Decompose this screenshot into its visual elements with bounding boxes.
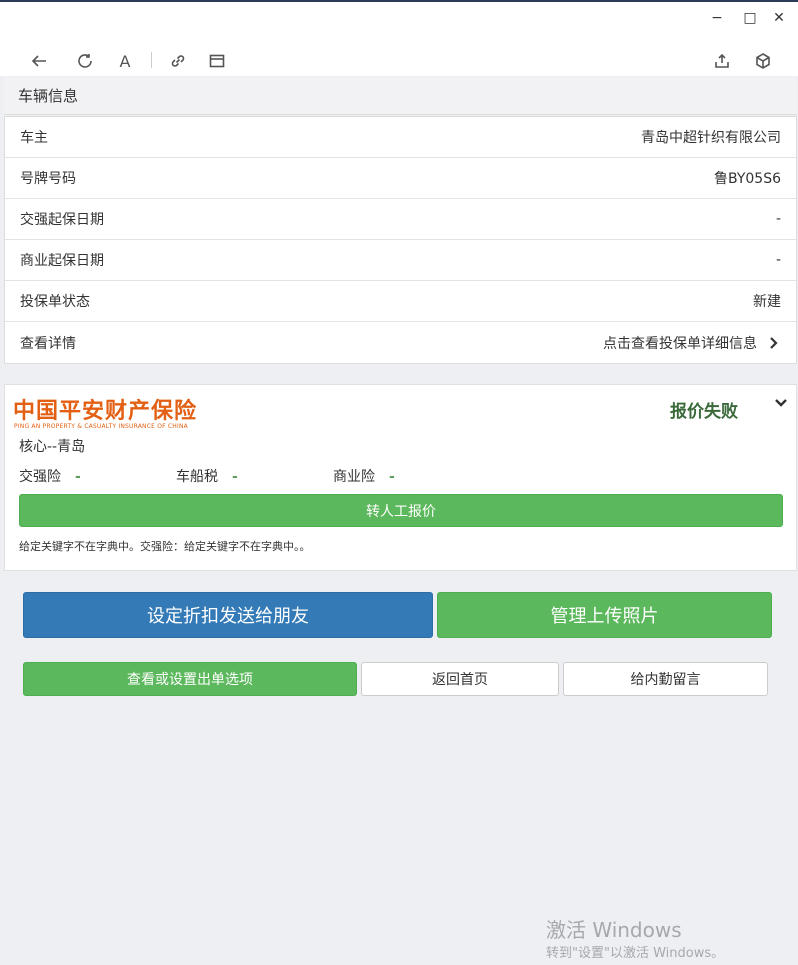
row-value: 鲁BY05S6 (714, 171, 781, 187)
quote-status: 报价失败 (670, 402, 738, 422)
insurer-logo: 中国平安财产保险 (13, 399, 198, 424)
manage-photos-button[interactable]: 管理上传照片 (437, 592, 772, 638)
app-toolbar: − □ ✕ A (0, 0, 798, 76)
view-options-button[interactable]: 查看或设置出单选项 (23, 662, 357, 696)
back-icon[interactable] (28, 50, 50, 72)
window-icon[interactable] (206, 50, 228, 72)
row-value: - (775, 211, 781, 227)
fee-label: 商业险 (333, 469, 375, 485)
row-label: 商业起保日期 (20, 253, 104, 269)
close-button[interactable]: ✕ (769, 10, 789, 26)
row-value: 新建 (753, 294, 781, 310)
maximize-button[interactable]: □ (740, 10, 760, 26)
row-value: - (775, 252, 781, 268)
details-link-text[interactable]: 点击查看投保单详细信息 (603, 333, 757, 353)
insurer-logo-subtitle: PING AN PROPERTY & CASUALTY INSURANCE OF… (14, 423, 188, 430)
fee-vessel-tax: 车船税 - (176, 466, 238, 486)
row-label: 交强起保日期 (20, 212, 104, 228)
minimize-button[interactable]: − (707, 10, 727, 26)
chevron-right-icon (770, 336, 778, 349)
fee-value: - (389, 469, 395, 485)
row-label: 查看详情 (20, 335, 76, 352)
row-value: 青岛中超针织有限公司 (641, 130, 781, 146)
manual-quote-button[interactable]: 转人工报价 (19, 494, 783, 527)
activation-watermark-subtitle: 转到"设置"以激活 Windows。 (546, 946, 725, 961)
fee-commercial: 商业险 - (333, 466, 395, 486)
commercial-start-row: 商业起保日期 - (5, 240, 796, 281)
chevron-down-icon[interactable] (773, 395, 789, 411)
discount-send-button[interactable]: 设定折扣发送给朋友 (23, 592, 433, 638)
fee-label: 车船税 (176, 469, 218, 485)
fee-value: - (232, 469, 238, 485)
owner-row: 车主 青岛中超针织有限公司 (5, 117, 796, 158)
quote-card: 中国平安财产保险 PING AN PROPERTY & CASUALTY INS… (4, 384, 797, 571)
back-home-button[interactable]: 返回首页 (361, 662, 559, 696)
core-region: 核心--青岛 (19, 439, 86, 455)
row-label: 号牌号码 (20, 171, 76, 187)
font-icon[interactable]: A (114, 50, 136, 72)
row-value: 点击查看投保单详细信息 (603, 333, 781, 353)
fee-label: 交强险 (19, 469, 61, 485)
error-message: 给定关键字不在字典中。交强险：给定关键字不在字典中。。 (19, 540, 311, 553)
link-icon[interactable] (167, 50, 189, 72)
vehicle-info-card: 车主 青岛中超针织有限公司 号牌号码 鲁BY05S6 交强起保日期 - 商业起保… (4, 116, 797, 364)
cube-icon[interactable] (752, 50, 774, 72)
fee-compulsory: 交强险 - (19, 466, 81, 486)
refresh-icon[interactable] (74, 50, 96, 72)
leave-message-button[interactable]: 给内勤留言 (563, 662, 768, 696)
activation-watermark-title: 激活 Windows (546, 918, 682, 942)
policy-status-row: 投保单状态 新建 (5, 281, 796, 322)
share-icon[interactable] (711, 50, 733, 72)
view-details-row[interactable]: 查看详情 点击查看投保单详细信息 (5, 322, 796, 363)
plate-row: 号牌号码 鲁BY05S6 (5, 158, 796, 199)
row-label: 车主 (20, 130, 48, 146)
compulsory-start-row: 交强起保日期 - (5, 199, 796, 240)
fee-value: - (75, 469, 81, 485)
toolbar-divider (151, 52, 152, 68)
row-label: 投保单状态 (20, 294, 90, 310)
vehicle-info-header: 车辆信息 (4, 77, 797, 115)
